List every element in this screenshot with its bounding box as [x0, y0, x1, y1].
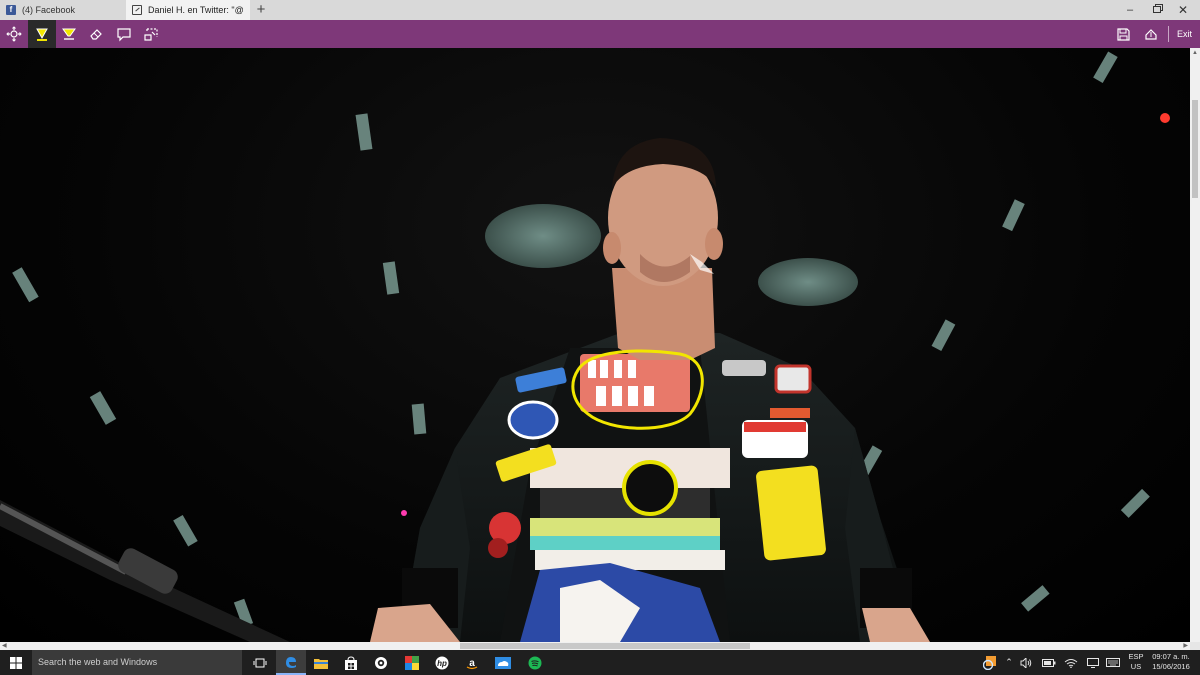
wifi-icon [1064, 658, 1078, 668]
performer [370, 138, 930, 642]
task-view-icon [253, 658, 267, 667]
new-tab-button[interactable]: + [253, 0, 269, 20]
comment-icon [117, 28, 131, 42]
red-light [1160, 113, 1170, 123]
scroll-right-arrow[interactable]: ▶ [1183, 642, 1188, 649]
start-button[interactable] [0, 650, 32, 675]
save-note-button[interactable] [1109, 20, 1137, 48]
restore-icon [1153, 6, 1161, 13]
vertical-scrollbar[interactable]: ▲ [1190, 48, 1200, 642]
scroll-left-arrow[interactable]: ◀ [2, 642, 7, 649]
concert-photo [0, 51, 1170, 642]
region-code: US [1130, 662, 1142, 671]
share-button[interactable] [1137, 20, 1165, 48]
share-icon [1145, 29, 1157, 40]
highlighter-button[interactable] [55, 20, 83, 48]
close-button[interactable]: ✕ [1166, 0, 1200, 20]
display-icon [1087, 657, 1099, 668]
exit-notes-button[interactable]: Exit [1177, 20, 1192, 48]
web-note-icon [132, 5, 142, 15]
clock-time: 09:07 a. m. [1152, 652, 1190, 661]
weather-taskbar-button[interactable] [488, 650, 518, 675]
show-hidden-icons-button[interactable]: ⌃ [1002, 650, 1016, 675]
weather-icon [495, 656, 511, 669]
scroll-up-arrow[interactable]: ▲ [1192, 50, 1198, 56]
toolbar-divider [1168, 26, 1169, 42]
save-icon [1117, 28, 1130, 41]
page-content [0, 48, 1190, 642]
store-taskbar-button[interactable] [336, 650, 366, 675]
battery-button[interactable] [1040, 650, 1058, 675]
spotify-taskbar-button[interactable] [520, 650, 550, 675]
clock[interactable]: 09:07 a. m. 15/06/2016 [1146, 652, 1196, 672]
stage-light [758, 258, 858, 306]
eraser-button[interactable] [82, 20, 110, 48]
hp-taskbar-button[interactable]: hp [427, 650, 457, 675]
tab-label: (4) Facebook [22, 5, 76, 15]
volume-button[interactable] [1018, 650, 1034, 675]
pan-icon [6, 26, 22, 42]
file-explorer-icon [314, 658, 328, 669]
amazon-taskbar-button[interactable]: a [457, 650, 487, 675]
eraser-icon [90, 29, 102, 40]
clock-date: 15/06/2016 [1152, 662, 1190, 671]
app-taskbar-button[interactable] [366, 650, 396, 675]
clip-icon [144, 28, 158, 41]
taskbar-search-box[interactable]: Search the web and Windows [32, 650, 242, 675]
windows-taskbar: Search the web and Windows hp a ⌃ ESP US… [0, 650, 1200, 675]
task-view-button[interactable] [245, 650, 275, 675]
store-icon [345, 655, 357, 670]
pen-icon [36, 28, 48, 41]
vertical-scroll-thumb[interactable] [1192, 100, 1198, 198]
battery-icon [1042, 658, 1056, 667]
edge-icon [286, 656, 296, 668]
photos-icon [405, 655, 419, 670]
browser-tab-bar: f (4) Facebook Daniel H. en Twitter: "@ … [0, 0, 1200, 20]
amazon-icon: a [465, 655, 479, 670]
volume-icon [1020, 657, 1032, 668]
app-icon [375, 656, 387, 669]
scrollbar-corner [1190, 642, 1200, 650]
stage-light [485, 204, 601, 268]
chevron-up-icon: ⌃ [1005, 657, 1013, 667]
horizontal-scrollbar[interactable]: ◀ ▶ [0, 642, 1190, 650]
pan-button[interactable] [0, 20, 28, 48]
file-explorer-taskbar-button[interactable] [306, 650, 336, 675]
hp-icon: hp [435, 656, 449, 669]
svg-text:hp: hp [437, 659, 447, 668]
tab-twitter[interactable]: Daniel H. en Twitter: "@ [126, 0, 250, 20]
spotify-icon [528, 656, 542, 669]
pen-button[interactable] [28, 20, 56, 48]
keyboard-icon [1106, 658, 1120, 667]
edge-taskbar-button[interactable] [276, 650, 306, 675]
svg-text:a: a [469, 658, 475, 669]
tab-facebook[interactable]: f (4) Facebook [0, 0, 123, 20]
windows-logo-icon [10, 656, 22, 669]
tab-label: Daniel H. en Twitter: "@ [148, 5, 244, 15]
highlighter-icon [62, 28, 76, 40]
photos-taskbar-button[interactable] [397, 650, 427, 675]
keyboard-button[interactable] [1104, 650, 1122, 675]
input-language-button[interactable]: ESP US [1126, 652, 1146, 672]
wifi-button[interactable] [1062, 650, 1080, 675]
display-button[interactable] [1084, 650, 1102, 675]
facebook-icon: f [6, 5, 16, 15]
language-code: ESP [1128, 652, 1144, 661]
web-note-toolbar: Exit [0, 20, 1200, 48]
comment-button[interactable] [110, 20, 138, 48]
horizontal-scroll-thumb[interactable] [460, 643, 750, 649]
tray-app-button[interactable] [980, 650, 1000, 675]
clip-button[interactable] [137, 20, 165, 48]
pink-light [401, 510, 407, 516]
update-icon [983, 655, 996, 670]
